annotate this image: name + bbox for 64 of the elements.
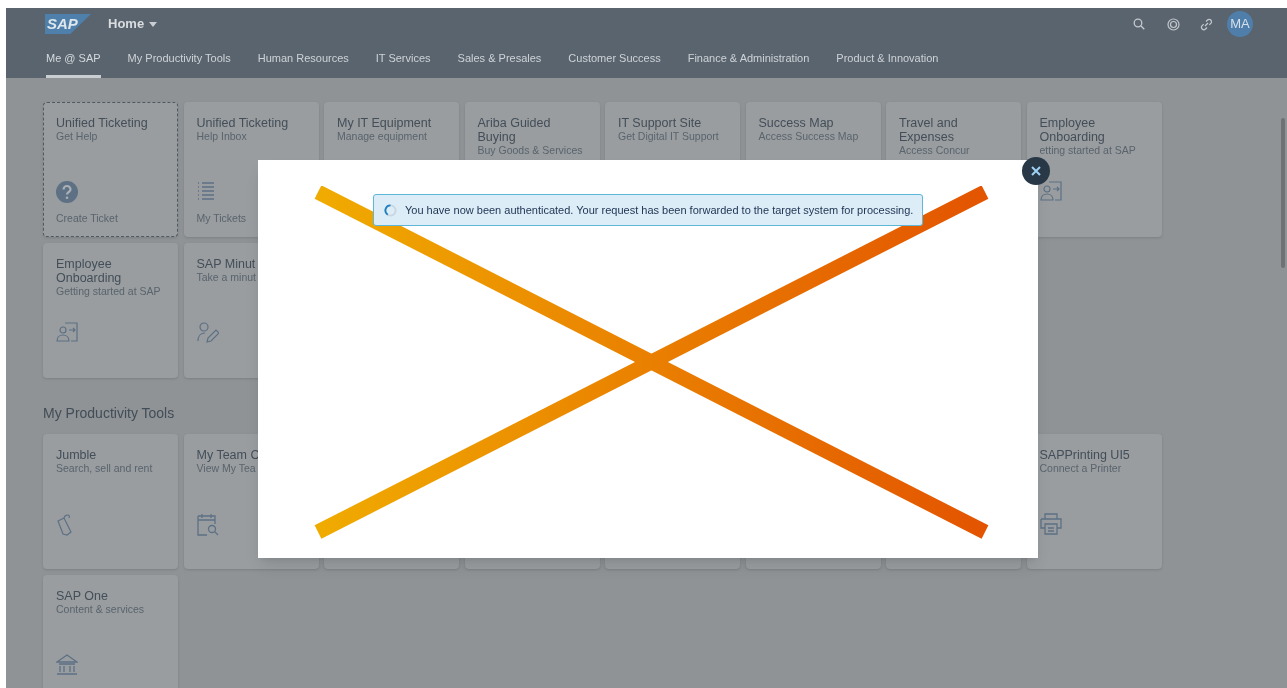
tile-title: SAP Minut [196,257,257,271]
tile-title: SAPPrinting UI5 [1039,448,1131,462]
app-tile[interactable]: Unified Ticketing Get Help Create Ticket [43,102,178,237]
tile-subtitle: Manage equipment [337,130,428,143]
calendar-search-icon [196,513,219,536]
nav-tab[interactable]: Sales & Presales [457,40,542,78]
message-text: You have now been authenticated. Your request has been forwarded to the target system for processing. [405,202,914,218]
tile-title: Travel and Expenses [899,116,959,144]
tag-icon [56,513,74,537]
nav-tab[interactable]: IT Services [375,40,431,78]
section-title: My Productivity Tools [43,404,176,423]
nav-tab[interactable]: Human Resources [257,40,349,78]
close-icon [1031,166,1041,176]
tile-title: Ariba Guided Buying [477,116,552,144]
list-icon [196,181,215,201]
loading-spinner-icon [384,203,397,217]
person-pencil-icon [196,322,219,344]
tile-subtitle: Content & services [56,603,146,616]
nav-tab[interactable]: Product & Innovation [836,40,939,78]
notification-icon[interactable] [1167,17,1180,31]
app-tile[interactable]: SAP One Content & services [43,575,178,688]
help-icon [56,181,78,203]
tile-subtitle: Access Success Map [758,130,860,143]
nav-tab[interactable]: My Productivity Tools [127,40,231,78]
tile-subtitle: Help Inbox [196,130,248,143]
tile-footer: My Tickets [196,211,247,227]
caret-icon [149,21,158,27]
app-tile[interactable]: Employee Onboarding etting started at SAP [1026,102,1162,237]
link-icon[interactable] [1200,17,1213,31]
tile-subtitle: View My Tea [196,462,257,475]
printer-icon [1039,513,1062,535]
logo: SAP [45,14,91,34]
app-tile[interactable]: SAPPrinting UI5 Connect a Printer [1026,434,1162,569]
search-icon[interactable] [1133,18,1145,30]
tile-footer: Create Ticket [56,211,118,227]
tile-title: IT Support Site [618,116,703,130]
tile-title: SAP One [56,589,109,603]
tile-subtitle: Connect a Printer [1039,462,1123,475]
nav-tab[interactable]: Finance & Administration [687,40,810,78]
app-tile[interactable]: Employee Onboarding Getting started at SAP [43,243,178,378]
tile-subtitle: Get Help [56,130,99,143]
nav-tab[interactable]: Customer Success [568,40,661,78]
tile-subtitle: Get Digital IT Support [618,130,720,143]
tile-subtitle: etting started at SAP [1039,144,1137,157]
home-menu-button[interactable]: Home [108,14,158,34]
tile-title: Unified Ticketing [56,116,149,130]
bank-building-icon [56,654,78,676]
nav-tab[interactable]: Me @ SAP [46,40,101,78]
tile-subtitle: Buy Goods & Services [477,144,584,157]
tile-subtitle: Getting started at SAP [56,285,162,298]
tile-title: Employee Onboarding [1039,116,1106,144]
tile-subtitle: Search, sell and rent [56,462,154,475]
tile-title: Jumble [56,448,98,462]
tile-title: Unified Ticketing [196,116,290,130]
app-tile[interactable]: Jumble Search, sell and rent [43,434,178,569]
scrollbar[interactable] [1281,118,1285,268]
tile-title: My IT Equipment [337,116,433,130]
tile-title: Success Map [758,116,835,130]
tile-subtitle: Access Concur [899,144,971,157]
tile-subtitle: Take a minut [196,271,258,284]
person-arrow-icon [1039,181,1062,201]
person-arrow-icon [56,322,78,342]
tile-title: Employee Onboarding [56,257,123,285]
user-avatar[interactable]: MA [1227,11,1253,37]
